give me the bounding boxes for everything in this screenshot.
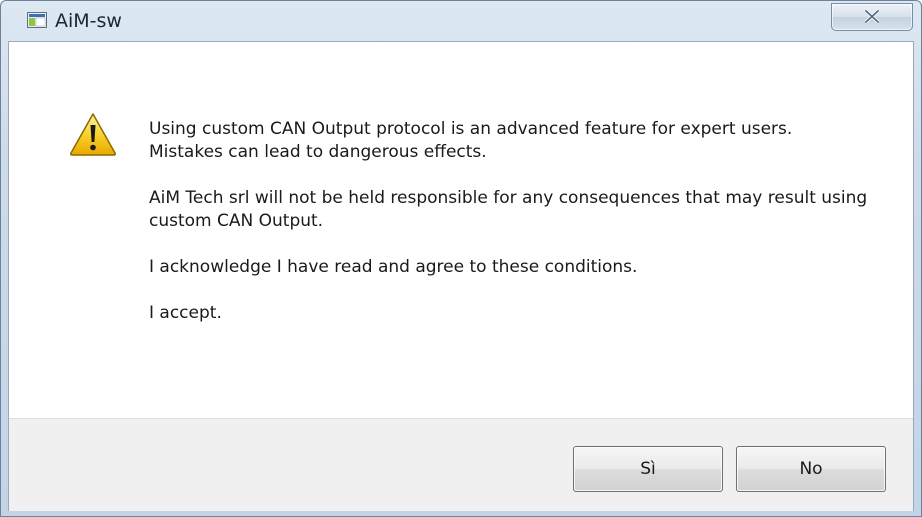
message-text: Using custom CAN Output protocol is an a…	[149, 118, 869, 348]
title-bar[interactable]: AiM-sw	[1, 1, 921, 41]
close-icon	[865, 10, 879, 23]
no-button[interactable]: No	[736, 446, 886, 492]
message-paragraph-2: AiM Tech srl will not be held responsibl…	[149, 188, 868, 231]
app-window-icon	[27, 12, 47, 28]
close-button[interactable]	[831, 3, 913, 31]
button-bar: Sì No	[9, 418, 913, 511]
dialog-window: AiM-sw Using custom CAN Output protocol …	[0, 0, 922, 517]
message-paragraph-1: Using custom CAN Output protocol is an a…	[149, 119, 793, 162]
message-paragraph-3: I acknowledge I have read and agree to t…	[149, 257, 638, 277]
message-area: Using custom CAN Output protocol is an a…	[9, 42, 913, 417]
window-title: AiM-sw	[55, 10, 122, 32]
warning-icon	[69, 112, 117, 156]
dialog-body: Using custom CAN Output protocol is an a…	[8, 41, 914, 511]
message-paragraph-4: I accept.	[149, 303, 222, 323]
yes-button[interactable]: Sì	[573, 446, 723, 492]
